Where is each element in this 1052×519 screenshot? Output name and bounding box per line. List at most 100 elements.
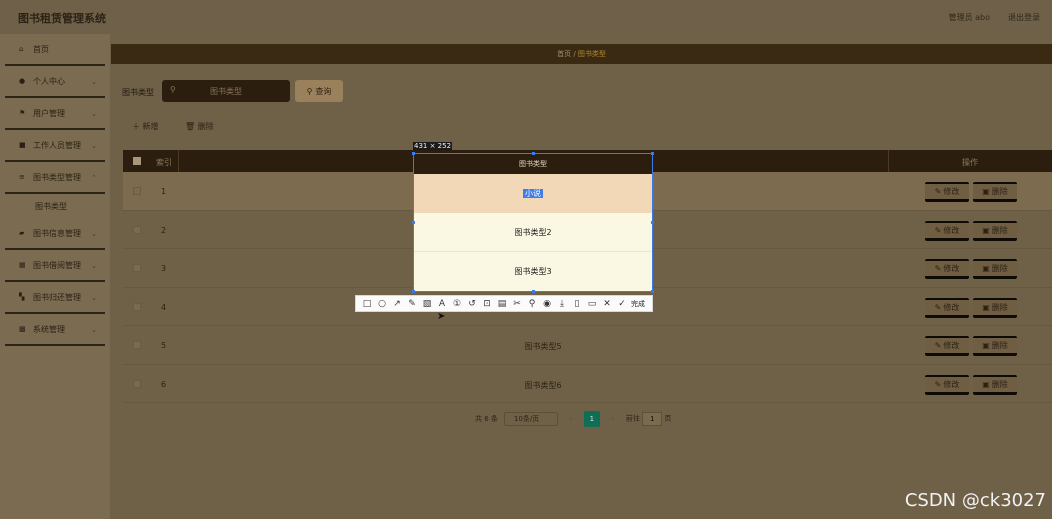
page-button-current[interactable]: 1 [583,411,600,427]
edit-button[interactable]: ✎ 修改 [925,259,969,279]
edit-icon: ✎ [934,302,942,312]
delete-button[interactable]: ▣ 删除 [973,297,1017,318]
delete-button[interactable]: ▣ 删除 [973,182,1017,202]
resize-handle[interactable] [412,290,415,293]
capture-dimensions: 431 × 252 [413,142,453,150]
add-button-label: 新增 [142,122,159,131]
goto-page-input[interactable] [642,412,663,426]
bookmark-icon[interactable]: ▭ [585,299,599,309]
trash-icon: ▣ [982,264,990,273]
number-tool-icon[interactable]: ① [450,299,464,309]
pin-icon[interactable]: ⚲ [525,299,539,309]
add-button[interactable]: ＋ 新增 [132,121,159,132]
sidebar-item-system[interactable]: ▩ 系统管理 ⌄ [5,314,105,346]
prev-page-icon[interactable]: ‹ [564,412,578,426]
book-icon: ▰ [19,229,25,237]
capture-done-button[interactable]: 完成 [631,299,645,309]
chevron-down-icon: ⌄ [91,142,97,150]
sidebar-item-users[interactable]: ⚑ 用户管理 ⌄ [5,98,105,130]
table-row: 6 图书类型6 ✎ 修改 ▣ 删除 [123,365,1052,403]
chevron-down-icon: ⌄ [91,326,97,334]
check-icon[interactable]: ✓ [615,299,629,309]
row-type: 图书类型5 [524,342,562,351]
edit-icon: ✎ [934,225,942,235]
scissors-icon[interactable]: ✂ [510,299,524,309]
edit-button[interactable]: ✎ 修改 [925,297,969,318]
resize-handle[interactable] [651,152,654,155]
edit-button[interactable]: ✎ 修改 [925,182,969,202]
close-icon[interactable]: ✕ [600,299,614,309]
sidebar-item-label: 图书借阅管理 [33,260,81,270]
capture-selection[interactable]: 图书类型 小说 图书类型2 图书类型3 [412,152,654,293]
edit-label: 修改 [943,187,960,196]
trash-icon: ▣ [982,187,990,196]
sidebar-item-staff[interactable]: ■ 工作人员管理 ⌄ [5,130,105,162]
trash-icon: ▣ [982,302,990,312]
chevron-up-icon: ⌃ [91,174,97,182]
batch-delete-button[interactable]: 🗑 删除 [185,121,214,132]
capture-row: 小说 [414,174,652,213]
delete-button[interactable]: ▣ 删除 [973,374,1017,395]
sidebar-item-label: 图书类型管理 [33,172,81,182]
search-input[interactable]: ⚲ 图书类型 [162,80,290,102]
undo-icon[interactable]: ↺ [465,299,479,309]
rectangle-tool-icon[interactable]: □ [360,299,374,309]
resize-handle[interactable] [412,152,415,155]
goto-label: 前往 [625,414,640,423]
delete-button[interactable]: ▣ 删除 [973,259,1017,279]
mosaic-tool-icon[interactable]: ▧ [420,299,434,309]
logout-link[interactable]: 退出登录 [1008,12,1040,23]
delete-button[interactable]: ▣ 删除 [973,220,1017,241]
ocr-icon[interactable]: ⊡ [480,299,494,309]
sidebar-item-home[interactable]: ⌂ 首页 [5,34,105,66]
sidebar-subitem-book-type[interactable]: 图书类型 [5,194,105,218]
edit-label: 修改 [943,379,960,389]
trash-icon: ▣ [982,379,990,389]
page-size-select[interactable]: 10条/页 [503,412,558,426]
ellipse-tool-icon[interactable]: ○ [375,299,389,309]
resize-handle[interactable] [532,290,535,293]
sidebar-item-borrow[interactable]: ▦ 图书借阅管理 ⌄ [5,250,105,282]
trash-icon: ▣ [982,225,990,235]
sidebar-item-personal[interactable]: ● 个人中心 ⌄ [5,66,105,98]
resize-handle[interactable] [412,221,415,224]
breadcrumb-home[interactable]: 首页 [557,50,571,58]
query-button[interactable]: ⚲ 查询 [295,80,343,102]
download-icon[interactable]: ⤓ [555,299,569,309]
translate-icon[interactable]: ▤ [495,299,509,309]
grid-icon: ▚ [19,293,25,301]
chevron-down-icon: ⌄ [91,262,97,270]
text-tool-icon[interactable]: A [435,299,449,309]
search-placeholder: 图书类型 [210,86,242,96]
delete-button[interactable]: ▣ 删除 [973,336,1017,356]
resize-handle[interactable] [532,152,535,155]
user-label: 管理员 abo [948,13,990,22]
watermark: CSDN @ck3027 [904,490,1046,511]
edit-button[interactable]: ✎ 修改 [925,374,969,395]
query-button-label: 查询 [315,86,332,96]
edit-button[interactable]: ✎ 修改 [925,336,969,356]
chevron-down-icon: ⌄ [91,110,97,118]
pager-goto: 前往 页 [626,412,671,426]
sidebar-item-label: 图书信息管理 [33,228,81,238]
resize-handle[interactable] [651,290,654,293]
resize-handle[interactable] [651,221,654,224]
sidebar-item-book-types[interactable]: ≡ 图书类型管理 ⌃ [5,162,105,194]
sidebar-item-return[interactable]: ▚ 图书归还管理 ⌄ [5,282,105,314]
capture-row: 图书类型2 [414,213,652,252]
edit-button[interactable]: ✎ 修改 [925,220,969,241]
sidebar-item-label: 用户管理 [33,108,65,118]
next-page-icon[interactable]: › [606,412,620,426]
row-type: 图书类型6 [524,380,562,390]
sidebar-item-book-info[interactable]: ▰ 图书信息管理 ⌄ [5,218,105,250]
chevron-down-icon: ⌄ [91,230,97,238]
column-divider [888,150,889,172]
long-capture-icon[interactable]: ▯ [570,299,584,309]
edit-icon: ✎ [934,187,942,196]
arrow-tool-icon[interactable]: ↗ [390,299,404,309]
settings-icon: ▩ [19,325,26,333]
pen-tool-icon[interactable]: ✎ [405,299,419,309]
delete-label: 删除 [991,341,1008,350]
user-icon: ● [19,77,26,85]
record-icon[interactable]: ◉ [540,299,554,309]
